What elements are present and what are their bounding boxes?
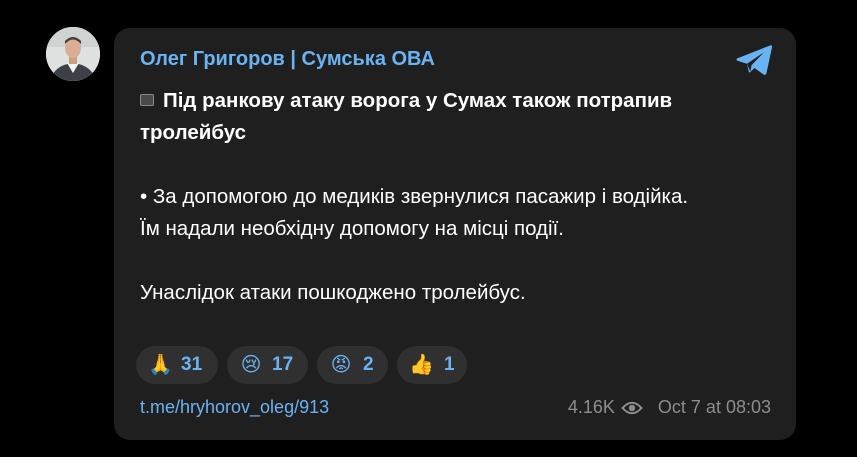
thumbs-up-icon: 👍 [409,354,434,376]
view-count: 4.16K [567,397,615,417]
avatar-photo [46,27,100,81]
folded-hands-icon: 🙏 [148,354,173,376]
message-text: Під ранкову атаку ворога у Сумах також п… [140,85,770,309]
author-name[interactable]: Олег Григоров | Сумська ОВА [140,48,435,71]
message-paragraph-1: • За допомогою до медиків звернулися пас… [140,185,689,208]
message-title-line: Під ранкову атаку ворога у Сумах також п… [140,85,770,149]
author-avatar[interactable] [46,27,100,81]
post-meta: 4.16K Oct 7 at 08:03 [568,397,771,418]
reaction-count: 1 [444,354,455,375]
crying-face-icon: 😢 [240,354,262,376]
message-title: Під ранкову атаку ворога у Сумах також п… [140,89,673,144]
black-square-icon [140,94,154,106]
telegram-icon[interactable] [734,42,774,78]
message-paragraph-3: Унаслідок атаки пошкоджено тролейбус. [140,281,526,304]
reaction-count: 17 [272,354,294,375]
reaction-count: 2 [363,354,374,375]
angry-face-icon: 😡 [330,354,352,376]
reaction-count: 31 [181,354,203,375]
reaction-angry[interactable]: 😡 2 [317,346,388,384]
post-link[interactable]: t.me/hryhorov_oleg/913 [140,397,329,418]
reaction-pray[interactable]: 🙏 31 [136,346,218,384]
reaction-cry[interactable]: 😢 17 [227,346,308,384]
reaction-thumbs-up[interactable]: 👍 1 [397,346,467,384]
post-datetime: Oct 7 at 08:03 [657,397,771,417]
message-bubble: Олег Григоров | Сумська ОВА Під ранкову … [114,28,796,440]
eye-icon [621,401,643,415]
message-paragraph-2: Їм надали необхідну допомогу на місці по… [140,217,564,240]
